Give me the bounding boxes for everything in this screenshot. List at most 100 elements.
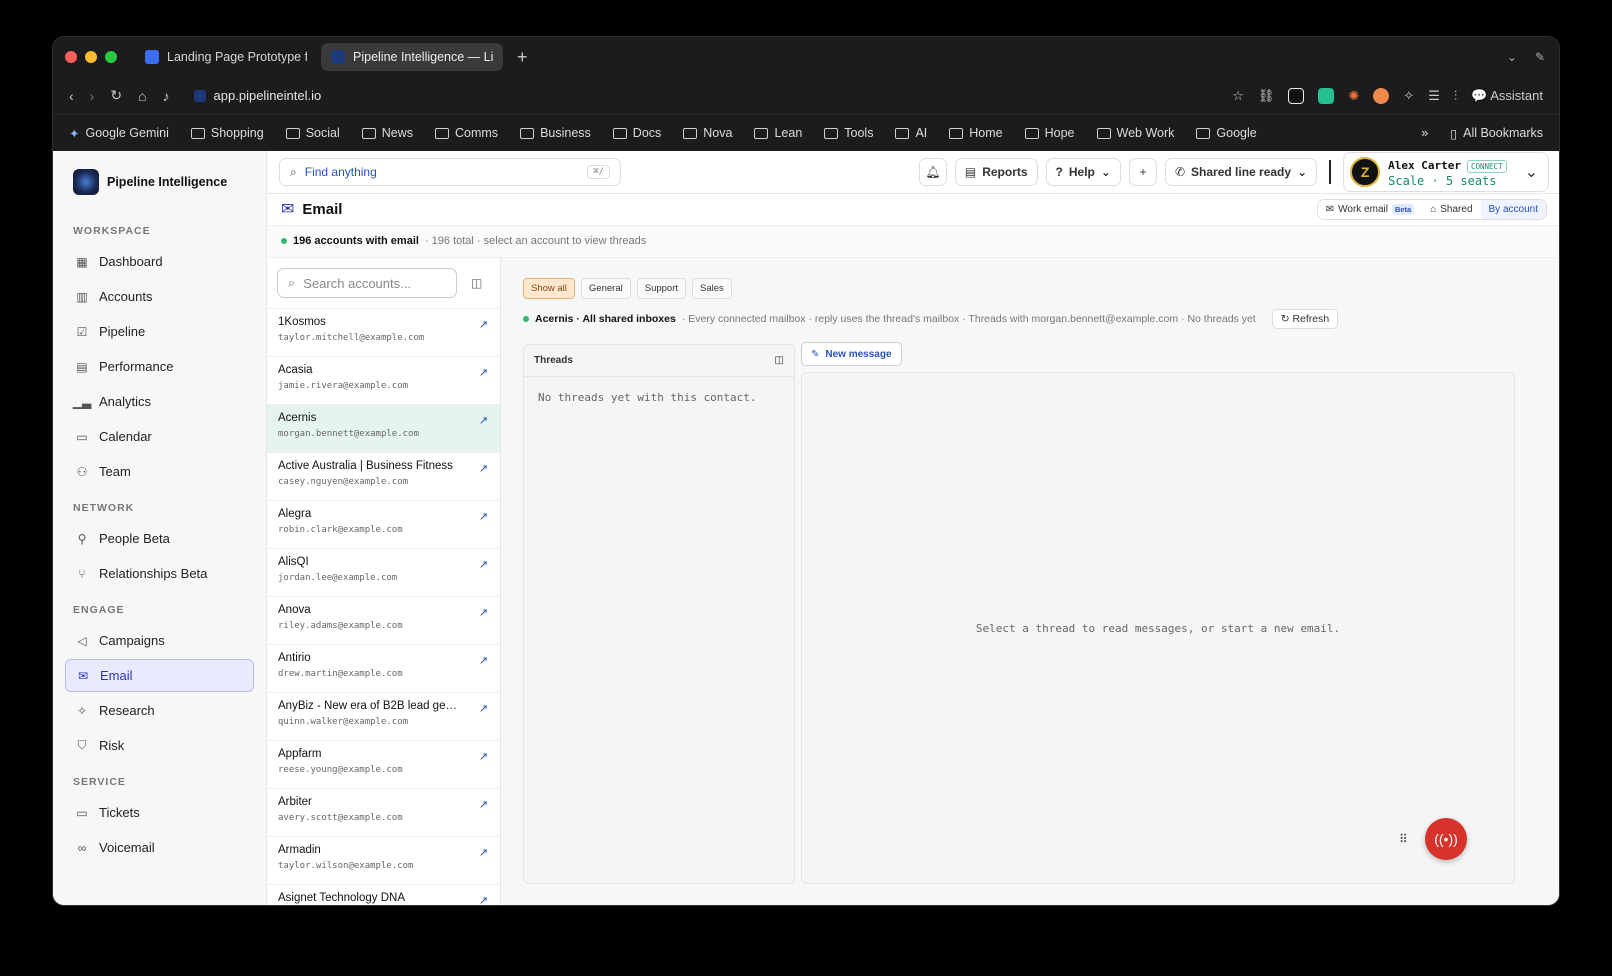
external-link-icon[interactable]: ↗: [479, 894, 488, 905]
list-icon[interactable]: ☰: [1428, 88, 1440, 104]
account-list-item[interactable]: 1Kosmos taylor.mitchell@example.com ↗: [267, 309, 500, 357]
by-account-tab[interactable]: By account: [1480, 199, 1546, 219]
tab-list-chevron-icon[interactable]: ⌄: [1507, 50, 1517, 64]
external-link-icon[interactable]: ↗: [479, 846, 488, 859]
drag-handle-icon[interactable]: ⠿: [1399, 832, 1408, 846]
sidebar-item-tickets[interactable]: ▭ Tickets: [65, 796, 254, 829]
reports-button[interactable]: ▤ Reports: [954, 158, 1038, 187]
more-bookmarks-icon[interactable]: »: [1421, 126, 1428, 140]
external-link-icon[interactable]: ↗: [479, 702, 488, 715]
sidebar-item-email[interactable]: ✉ Email: [65, 659, 254, 692]
audio-icon[interactable]: ⫶: [1454, 88, 1457, 104]
shared-line-button[interactable]: ✆ Shared line ready ⌄: [1164, 158, 1318, 187]
dialer-fab-button[interactable]: ((•)): [1425, 818, 1467, 860]
sidebar-item-pipeline[interactable]: ☑ Pipeline: [65, 315, 254, 348]
help-button[interactable]: ? Help ⌄: [1045, 158, 1121, 187]
bookmark-folder[interactable]: News: [361, 126, 413, 140]
url-field[interactable]: app.pipelineintel.io: [193, 88, 321, 103]
account-list-item[interactable]: Active Australia | Business Fitness casey…: [267, 453, 500, 501]
account-list-item[interactable]: Anova riley.adams@example.com ↗: [267, 597, 500, 645]
account-list-item[interactable]: Armadin taylor.wilson@example.com ↗: [267, 837, 500, 885]
forward-icon[interactable]: ›: [90, 88, 95, 104]
bookmark-folder[interactable]: Docs: [612, 126, 661, 140]
maximize-window-button[interactable]: [105, 51, 117, 63]
minimize-window-button[interactable]: [85, 51, 97, 63]
collapse-panel-icon[interactable]: ◫: [775, 355, 784, 366]
browser-tab-2[interactable]: Pipeline Intelligence — Live A: [321, 43, 503, 71]
browser-tab-1[interactable]: Landing Page Prototype for F: [135, 43, 317, 71]
shared-tab[interactable]: ⌂ Shared: [1422, 200, 1480, 219]
external-link-icon[interactable]: ↗: [479, 558, 488, 571]
bookmark-folder[interactable]: Social: [285, 126, 340, 140]
sidebar-item-people[interactable]: ⚲ People Beta: [65, 522, 254, 555]
bookmark-google-gemini[interactable]: ✦ Google Gemini: [69, 126, 169, 141]
link-icon[interactable]: ⛓: [1258, 88, 1275, 104]
sidebar-item-research[interactable]: ✧ Research: [65, 694, 254, 727]
account-list-item[interactable]: AlisQI jordan.lee@example.com ↗: [267, 549, 500, 597]
sidebar-item-voicemail[interactable]: ∞ Voicemail: [65, 831, 254, 864]
microphone-icon[interactable]: ♪: [163, 88, 170, 104]
bookmark-folder[interactable]: Hope: [1024, 126, 1075, 140]
star-icon[interactable]: ☆: [1232, 88, 1244, 104]
sidebar-item-accounts[interactable]: ▥ Accounts: [65, 280, 254, 313]
filter-show-all[interactable]: Show all: [523, 278, 575, 299]
sidebar-item-relationships[interactable]: ⑂ Relationships Beta: [65, 557, 254, 590]
bookmark-folder[interactable]: Tools: [824, 126, 873, 140]
assistant-button[interactable]: 💬 Assistant: [1471, 88, 1543, 104]
all-bookmarks-button[interactable]: ▯ All Bookmarks: [1450, 126, 1543, 141]
profile-icon[interactable]: ✎: [1535, 50, 1545, 64]
global-search-input[interactable]: ⌕ Find anything ⌘/: [279, 158, 621, 187]
account-list-item[interactable]: AnyBiz - New era of B2B lead gene... quin…: [267, 693, 500, 741]
add-button[interactable]: +: [1128, 158, 1157, 187]
sidebar-item-dashboard[interactable]: ▦ Dashboard: [65, 245, 254, 278]
sidebar-item-analytics[interactable]: ▁▃ Analytics: [65, 385, 254, 418]
account-list-item[interactable]: Acasia jamie.rivera@example.com ↗: [267, 357, 500, 405]
user-menu[interactable]: Z Alex Carter CONNECT Scale · 5 seats ⌄: [1343, 152, 1549, 193]
bookmark-folder[interactable]: AI: [895, 126, 927, 140]
external-link-icon[interactable]: ↗: [479, 606, 488, 619]
notifications-button[interactable]: 🔔︎: [918, 158, 947, 187]
new-message-button[interactable]: ✎ New message: [801, 342, 902, 366]
sidebar-item-campaigns[interactable]: ◁ Campaigns: [65, 624, 254, 657]
account-list-item[interactable]: Acernis morgan.bennett@example.com ↗: [267, 405, 500, 453]
external-link-icon[interactable]: ↗: [479, 318, 488, 331]
sidebar-item-calendar[interactable]: ▭ Calendar: [65, 420, 254, 453]
account-list-item[interactable]: Alegra robin.clark@example.com ↗: [267, 501, 500, 549]
work-email-tab[interactable]: ✉ Work email Beta: [1318, 200, 1422, 219]
filter-support[interactable]: Support: [636, 278, 687, 299]
filter-general[interactable]: General: [580, 278, 631, 299]
extension-icon[interactable]: [1318, 87, 1335, 104]
close-window-button[interactable]: [65, 51, 77, 63]
brand[interactable]: Pipeline Intelligence: [65, 167, 254, 211]
bookmark-folder[interactable]: Business: [520, 126, 591, 140]
extension-icon[interactable]: [1373, 87, 1390, 104]
bookmark-folder[interactable]: Shopping: [190, 126, 264, 140]
external-link-icon[interactable]: ↗: [479, 510, 488, 523]
back-icon[interactable]: ‹: [69, 88, 74, 104]
account-list-item[interactable]: Asignet Technology DNA ↗: [267, 885, 500, 905]
extension-icon[interactable]: [1288, 87, 1305, 104]
new-tab-button[interactable]: +: [517, 47, 528, 68]
external-link-icon[interactable]: ↗: [479, 366, 488, 379]
external-link-icon[interactable]: ↗: [479, 654, 488, 667]
external-link-icon[interactable]: ↗: [479, 414, 488, 427]
filter-sales[interactable]: Sales: [692, 278, 732, 299]
account-search-input[interactable]: ⌕ Search accounts...: [277, 268, 457, 298]
bookmark-folder[interactable]: Lean: [754, 126, 802, 140]
reload-icon[interactable]: ↻: [110, 87, 122, 104]
puzzle-icon[interactable]: ✧: [1403, 88, 1414, 104]
refresh-button[interactable]: ↻ Refresh: [1271, 309, 1339, 329]
account-list-item[interactable]: Arbiter avery.scott@example.com ↗: [267, 789, 500, 837]
sidebar-item-performance[interactable]: ▤ Performance: [65, 350, 254, 383]
external-link-icon[interactable]: ↗: [479, 798, 488, 811]
bookmark-folder[interactable]: Comms: [435, 126, 498, 140]
home-icon[interactable]: ⌂: [138, 88, 146, 104]
bookmark-folder[interactable]: Google: [1196, 126, 1257, 140]
external-link-icon[interactable]: ↗: [479, 462, 488, 475]
sidebar-item-risk[interactable]: ⛉ Risk: [65, 729, 254, 762]
sparkle-extension-icon[interactable]: ✺: [1348, 88, 1359, 104]
external-link-icon[interactable]: ↗: [479, 750, 488, 763]
collapse-panel-icon[interactable]: ◫: [471, 276, 482, 290]
bookmark-folder[interactable]: Home: [949, 126, 1003, 140]
account-list-item[interactable]: Antirio drew.martin@example.com ↗: [267, 645, 500, 693]
